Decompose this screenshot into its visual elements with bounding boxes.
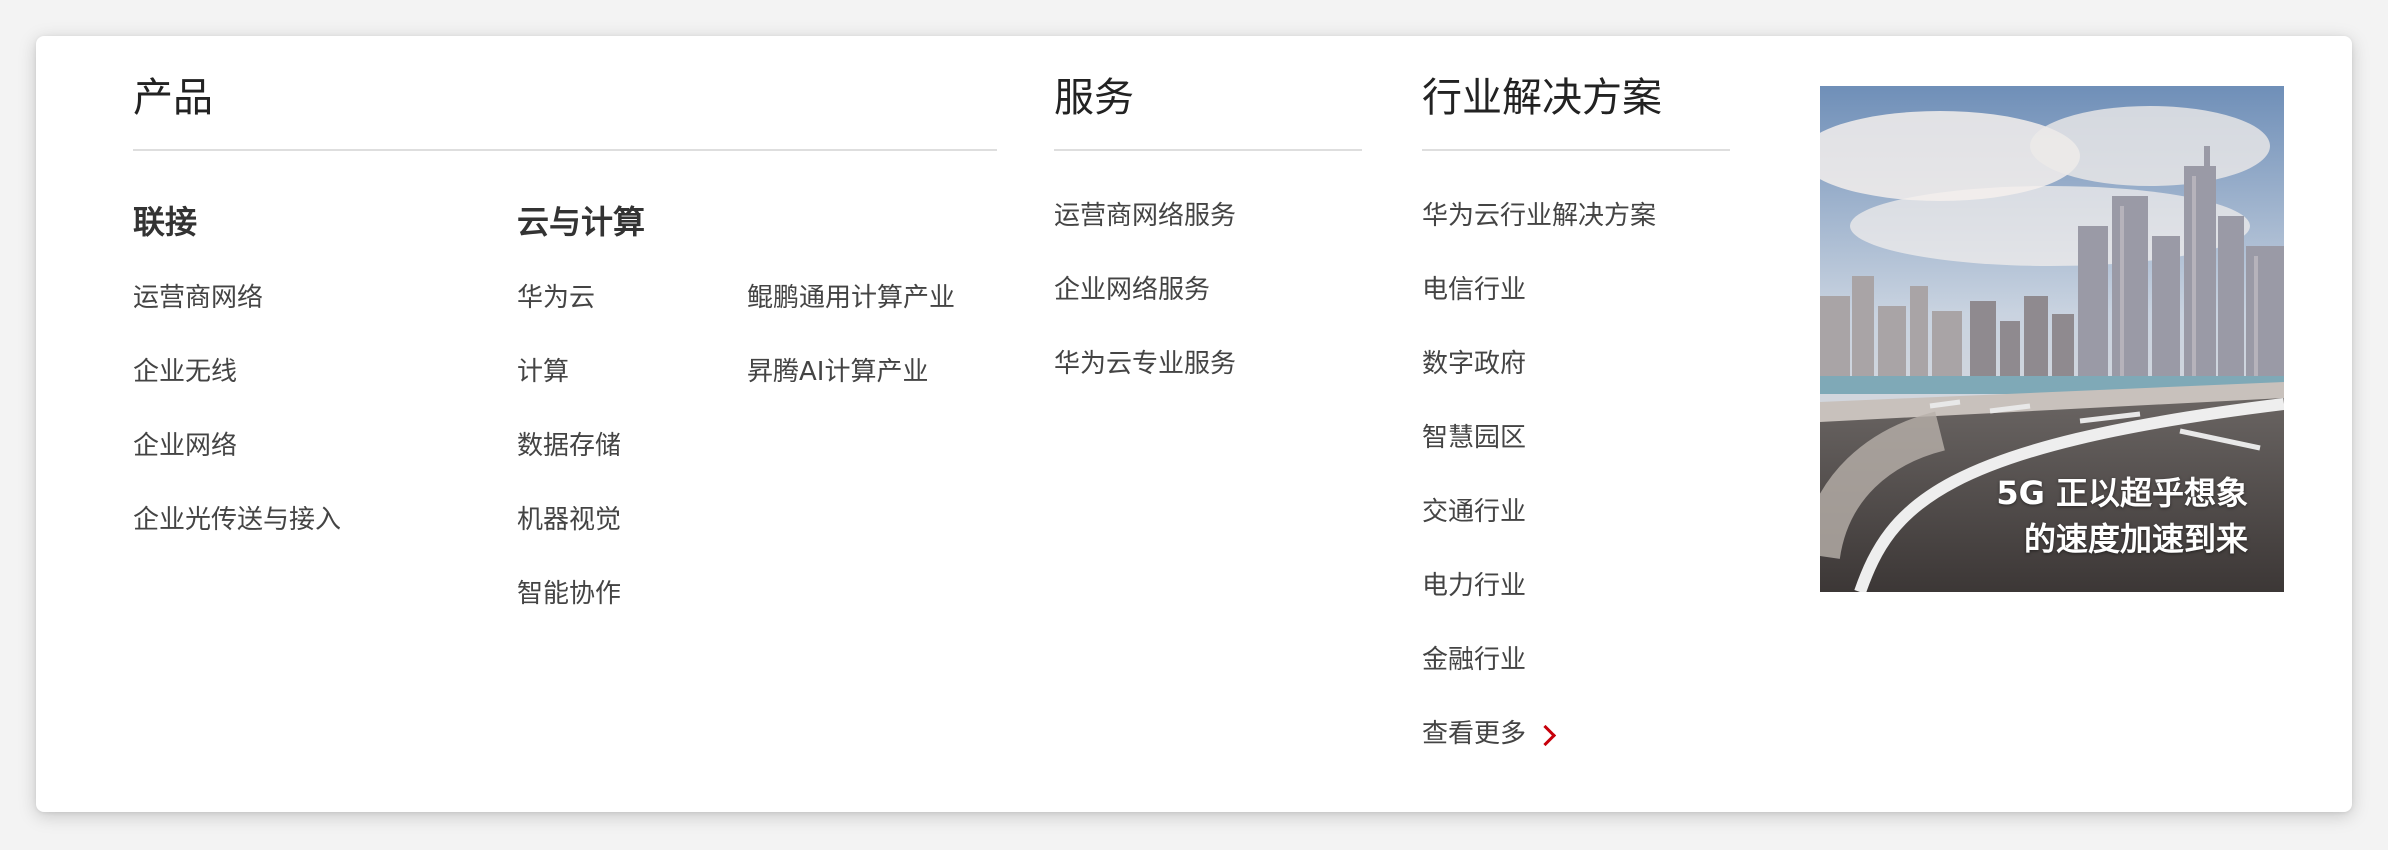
services-divider <box>1054 149 1362 151</box>
menu-item-transportation[interactable]: 交通行业 <box>1422 492 1656 566</box>
solutions-divider <box>1422 149 1730 151</box>
view-more-link[interactable]: 查看更多 <box>1422 714 1656 788</box>
menu-item-digital-government[interactable]: 数字政府 <box>1422 344 1656 418</box>
promo-line-2: 的速度加速到来 <box>2023 520 2248 558</box>
services-list: 运营商网络服务 企业网络服务 华为云专业服务 <box>1054 196 1236 418</box>
cloud-computing-heading[interactable]: 云与计算 <box>517 202 645 242</box>
connect-heading[interactable]: 联接 <box>133 202 197 242</box>
menu-item-cloud-industry-solutions[interactable]: 华为云行业解决方案 <box>1422 196 1656 270</box>
cloud-list-a: 华为云 计算 数据存储 机器视觉 智能协作 <box>517 278 621 648</box>
menu-item-optical-access[interactable]: 企业光传送与接入 <box>133 500 341 574</box>
products-heading: 产品 <box>133 75 213 121</box>
solutions-list: 华为云行业解决方案 电信行业 数字政府 智慧园区 交通行业 电力行业 金融行业 … <box>1422 196 1656 788</box>
connect-list: 运营商网络 企业无线 企业网络 企业光传送与接入 <box>133 278 341 574</box>
promo-text: 5G 正以超乎想象 的速度加速到来 <box>1996 470 2248 562</box>
services-heading: 服务 <box>1054 75 1134 121</box>
menu-item-electric-power[interactable]: 电力行业 <box>1422 566 1656 640</box>
mega-menu-panel: 产品 联接 运营商网络 企业无线 企业网络 企业光传送与接入 云与计算 华为云 … <box>36 36 2352 812</box>
menu-item-carrier-network[interactable]: 运营商网络 <box>133 278 341 352</box>
menu-item-smart-campus[interactable]: 智慧园区 <box>1422 418 1656 492</box>
menu-item-kunpeng[interactable]: 鲲鹏通用计算产业 <box>747 278 955 352</box>
menu-item-telecom[interactable]: 电信行业 <box>1422 270 1656 344</box>
menu-item-enterprise-network-services[interactable]: 企业网络服务 <box>1054 270 1236 344</box>
cloud-list-b: 鲲鹏通用计算产业 昇腾AI计算产业 <box>747 278 955 426</box>
menu-item-machine-vision[interactable]: 机器视觉 <box>517 500 621 574</box>
menu-item-finance[interactable]: 金融行业 <box>1422 640 1656 714</box>
chevron-right-icon <box>1534 724 1557 746</box>
menu-item-data-storage[interactable]: 数据存储 <box>517 426 621 500</box>
view-more-label: 查看更多 <box>1422 719 1527 749</box>
promo-banner[interactable]: 5G 正以超乎想象 的速度加速到来 <box>1820 86 2284 592</box>
menu-item-computing[interactable]: 计算 <box>517 352 621 426</box>
menu-item-intelligent-collaboration[interactable]: 智能协作 <box>517 574 621 648</box>
menu-item-enterprise-wireless[interactable]: 企业无线 <box>133 352 341 426</box>
menu-item-enterprise-network[interactable]: 企业网络 <box>133 426 341 500</box>
promo-line-1: 5G 正以超乎想象 <box>1996 474 2248 512</box>
menu-item-ascend[interactable]: 昇腾AI计算产业 <box>747 352 955 426</box>
solutions-heading: 行业解决方案 <box>1422 75 1662 121</box>
menu-item-carrier-network-services[interactable]: 运营商网络服务 <box>1054 196 1236 270</box>
menu-item-cloud-professional-services[interactable]: 华为云专业服务 <box>1054 344 1236 418</box>
products-divider <box>133 149 997 151</box>
menu-item-huawei-cloud[interactable]: 华为云 <box>517 278 621 352</box>
